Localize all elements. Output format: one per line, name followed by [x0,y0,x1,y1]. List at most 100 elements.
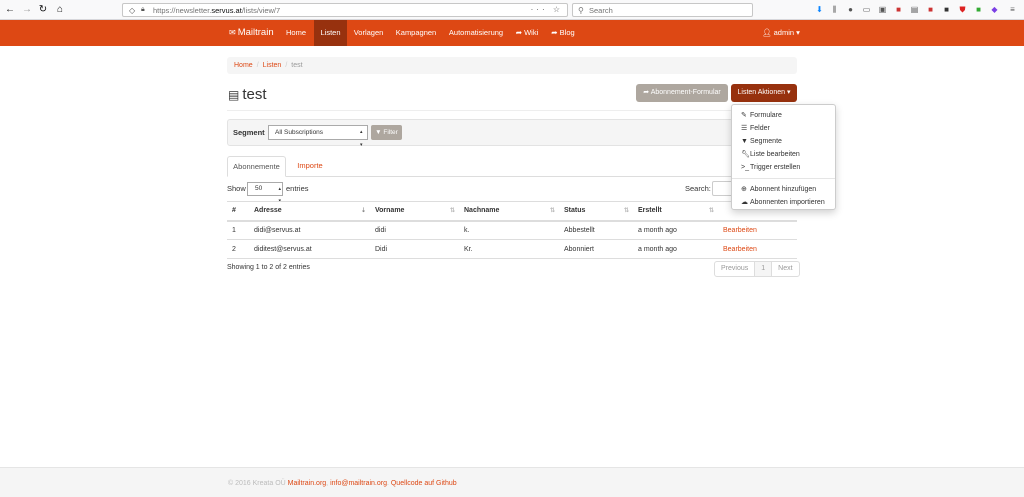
nav-home[interactable]: Home [281,20,311,46]
cell-index: 2 [227,239,249,259]
browser-search-bar[interactable]: ⚲ Search [572,3,753,17]
addon-icon[interactable]: ■ [894,4,903,15]
menu-icon[interactable]: ≡ [1008,4,1017,15]
footer-link-email[interactable]: info@mailtrain.org [330,480,387,487]
subscription-form-button[interactable]: ➦ Abonnement-Formular [636,84,728,102]
cell-action: Bearbeiten [718,220,797,240]
nav-vorlagen[interactable]: Vorlagen [350,20,387,46]
tab-imports[interactable]: Importe [295,156,325,177]
tab-subscriptions[interactable]: Abonnemente [227,156,286,177]
reader-icon[interactable]: ▭ [862,4,871,15]
wrench-icon: 🔧︎ [741,151,750,158]
page-length-select[interactable]: 50 ▴ ▾ [247,182,283,204]
menu-item-import-subscribers[interactable]: ☁ Abonnenten importieren [732,196,835,209]
breadcrumb-current: test [291,62,303,69]
nav-wiki[interactable]: ➦ Wiki [512,20,542,46]
page-title: ▤ test [228,86,267,103]
filter-button[interactable]: ▼ Filter [371,125,402,140]
nav-listen[interactable]: Listen [314,20,347,46]
breadcrumb-lists[interactable]: Listen [263,62,282,69]
ublock-icon[interactable]: ⛊ [958,4,967,15]
forward-icon[interactable]: → [20,3,34,17]
screenshot-icon[interactable]: ▣ [878,4,887,15]
sort-icon: ⇅ [708,208,714,214]
addon-icon[interactable]: ■ [942,4,951,15]
menu-item-segments[interactable]: ▼ Segmente [732,135,835,148]
console-icon: >_ [741,164,749,171]
addon-icon[interactable]: ■ [926,4,935,15]
pencil-icon: ✎ [741,112,747,119]
column-header[interactable]: Vorname ⇅ [370,201,459,222]
page-number-button[interactable]: 1 [755,262,773,276]
breadcrumb-home[interactable]: Home [234,62,253,69]
cell-action: Bearbeiten [718,239,797,259]
library-icon[interactable]: ⫼ [830,4,839,15]
browser-toolbar: ← → ↻ ⌂ ◇ 🔒︎ https://newsletter.servus.a… [0,0,1024,20]
select-arrows-icon: ▴ ▾ [360,129,363,148]
menu-item-add-subscriber[interactable]: ⊕ Abonnent hinzufügen [732,183,835,196]
shield-icon: ◇ [129,6,136,15]
divider [227,110,797,111]
cell-last-name: k. [459,220,559,240]
edit-link[interactable]: Bearbeiten [723,227,757,234]
segment-select[interactable]: All Subscriptions ▴ ▾ [268,125,368,148]
extension-icon[interactable]: ● [846,4,855,15]
nav-kampagnen[interactable]: Kampagnen [392,20,440,46]
page-actions-icon[interactable]: ··· ☆ [531,5,563,14]
list-alt-icon: ▤ [228,88,240,102]
footer-link-github[interactable]: Quellcode auf Github [391,480,457,487]
menu-item-forms[interactable]: ✎ Formulare [732,109,835,122]
pagination: Previous 1 Next [714,261,800,277]
search-placeholder: Search [589,6,613,15]
brand[interactable]: ✉ Mailtrain [229,20,274,46]
cell-index: 1 [227,220,249,240]
previous-button[interactable]: Previous [715,262,756,276]
sort-icon: ⇅ [623,208,629,214]
menu-item-create-trigger[interactable]: >_Trigger erstellen [732,161,835,174]
upload-cloud-icon: ☁ [741,199,748,206]
addon-icon[interactable]: ▤ [910,4,919,15]
show-label: Show [227,184,246,193]
segment-panel: Segment All Subscriptions ▴ ▾ ▼ Filter [227,119,797,148]
back-icon[interactable]: ← [3,3,17,17]
cell-address: diditest@servus.at [249,239,370,259]
app-navbar: ✉ Mailtrain Home Listen Vorlagen Kampagne… [0,20,1024,46]
menu-item-edit-list[interactable]: 🔧︎Liste bearbeiten [732,148,835,161]
column-header[interactable]: Erstellt ⇅ [633,201,718,222]
cell-status: Abbestellt [559,220,633,240]
cell-last-name: Kr. [459,239,559,259]
segment-label: Segment [233,128,265,137]
download-icon[interactable]: ⬇ [815,4,824,15]
home-icon[interactable]: ⌂ [53,3,67,17]
column-header[interactable]: # [227,201,249,222]
share-icon: ➦ [515,28,525,37]
url-text: https://newsletter.servus.at/lists/view/… [153,6,281,15]
nav-blog[interactable]: ➦ Blog [548,20,578,46]
list-actions-button[interactable]: Listen Aktionen ▾ [731,84,797,102]
footer-link-mailtrain[interactable]: Mailtrain.org [288,480,327,487]
column-header[interactable]: Status ⇅ [559,201,633,222]
share-icon: ➦ [643,89,651,96]
sort-icon: ⇅ [449,208,455,214]
column-header[interactable]: Adresse ⇣ [249,201,370,222]
tab-bar: Abonnemente Importe [227,156,797,177]
user-icon: 👤︎ [762,28,774,37]
cell-address: didi@servus.at [249,220,370,240]
addon-icon[interactable]: ◆ [990,4,999,15]
nav-automatisierung[interactable]: Automatisierung [446,20,506,46]
user-menu[interactable]: 👤︎ admin ▾ [762,20,800,46]
footer-text: © 2016 Kreata OÜ Mailtrain.org, info@mai… [228,480,457,487]
cell-status: Abonniert [559,239,633,259]
menu-item-fields[interactable]: ☰ Felder [732,122,835,135]
reload-icon[interactable]: ↻ [36,3,50,17]
cell-first-name: Didi [370,239,459,259]
addon-icon[interactable]: ■ [974,4,983,15]
url-bar[interactable]: ◇ 🔒︎ https://newsletter.servus.at/lists/… [122,3,568,17]
table-row: 1 didi@servus.at didi k. Abbestellt a mo… [227,220,797,240]
column-header[interactable]: Nachname ⇅ [459,201,559,222]
next-button[interactable]: Next [772,262,798,276]
lock-icon: 🔒︎ [141,6,145,13]
edit-link[interactable]: Bearbeiten [723,246,757,253]
list-icon: ☰ [741,125,748,132]
footer: © 2016 Kreata OÜ Mailtrain.org, info@mai… [0,467,1024,497]
